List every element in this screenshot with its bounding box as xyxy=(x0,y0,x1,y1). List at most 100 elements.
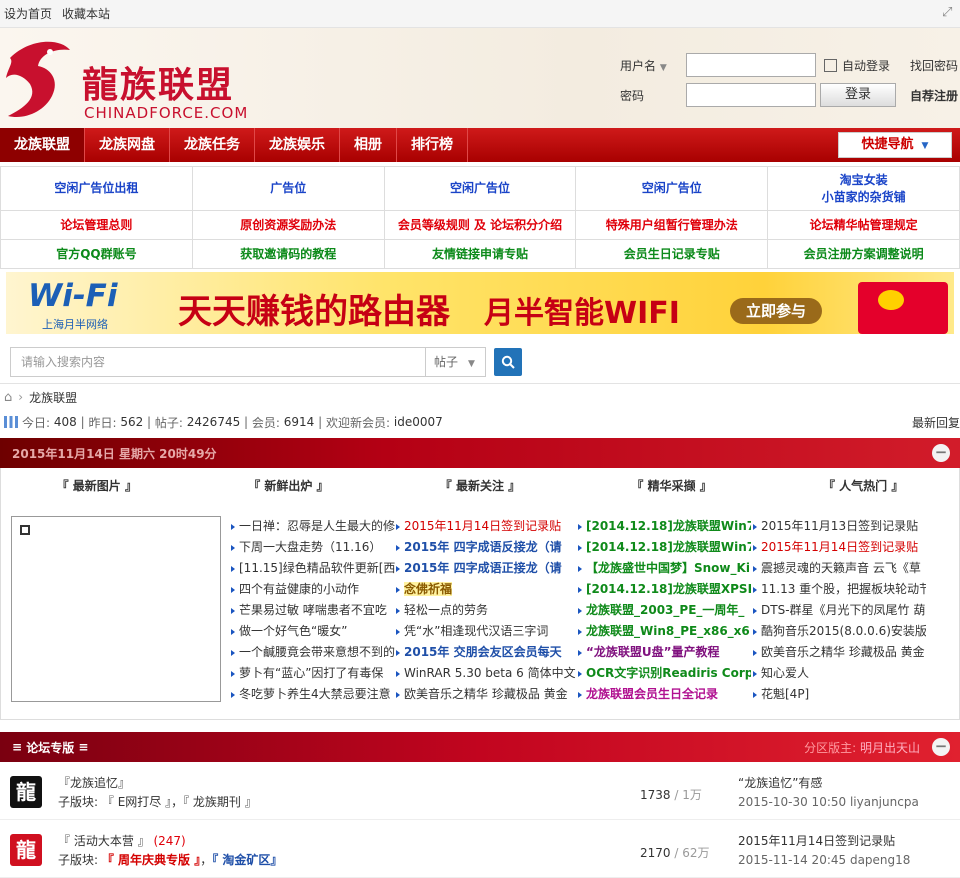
notice-cell[interactable]: 友情链接申请专贴 xyxy=(384,240,577,269)
register-link[interactable]: 自荐注册 xyxy=(910,87,958,104)
search-type-select[interactable]: 帖子 ▼ xyxy=(426,346,486,377)
search-button[interactable] xyxy=(494,347,522,376)
forum-name[interactable]: 『龙族追忆』 xyxy=(58,774,130,791)
quick-nav-button[interactable]: 快捷导航 ▼ xyxy=(838,132,952,158)
ad-cell[interactable]: 淘宝女装 小苗家的杂货铺 xyxy=(768,167,960,211)
list-item[interactable]: 知心爱人 xyxy=(751,663,926,684)
list-item[interactable]: 2015年 四字成语反接龙（请 xyxy=(394,537,576,558)
last-post-title[interactable]: 2015年11月14日签到记录贴 xyxy=(738,832,910,849)
list-item[interactable]: 欧美音乐之精华 珍藏极品 黄金 xyxy=(751,642,926,663)
list-item[interactable]: [2014.12.18]龙族联盟XPSP xyxy=(576,579,751,600)
notice-cell[interactable]: 会员注册方案调整说明 xyxy=(768,240,960,269)
ad-cell[interactable]: 空闲广告位出租 xyxy=(1,167,193,211)
list-item[interactable]: 龙族联盟_2003_PE_一周年_ xyxy=(576,600,751,621)
nav-item-entertainment[interactable]: 龙族娱乐 xyxy=(255,128,340,162)
notice-cell[interactable]: 特殊用户组暂行管理办法 xyxy=(576,211,769,240)
subforum-link[interactable]: 『 周年庆典专版 』 xyxy=(102,853,200,867)
list-item[interactable]: 11.13 重个股，把握板块轮动节 xyxy=(751,579,926,600)
feed-header-new[interactable]: 『 新鲜出炉 』 xyxy=(193,477,385,494)
list-item[interactable]: WinRAR 5.30 beta 6 简体中文 xyxy=(394,663,576,684)
list-item[interactable]: 萝卜有“蓝心”因打了有毒保 xyxy=(229,663,404,684)
list-item[interactable]: 四个有益健康的小动作 xyxy=(229,579,404,600)
feed-header-hot[interactable]: 『 人气热门 』 xyxy=(767,477,959,494)
list-item[interactable]: 震撼灵魂的天籁声音 云飞《草 xyxy=(751,558,926,579)
forum-name[interactable]: 『 活动大本营 』 (247) xyxy=(58,832,186,849)
list-item[interactable]: 龙族联盟_Win8_PE_x86_x6 xyxy=(576,621,751,642)
auto-login-checkbox[interactable] xyxy=(824,58,837,72)
subforum-link[interactable]: 『 淘金矿区』 xyxy=(212,853,282,867)
collapse-icon[interactable]: − xyxy=(932,444,950,462)
forum-section-title[interactable]: 论坛专版 xyxy=(26,739,74,756)
list-item[interactable]: 花魁[4P] xyxy=(751,684,926,705)
newest-member-link[interactable]: ide0007 xyxy=(394,415,443,429)
home-icon[interactable]: ⌂ xyxy=(4,390,12,405)
nav-item-tasks[interactable]: 龙族任务 xyxy=(170,128,255,162)
list-item[interactable]: 2015年11月14日签到记录贴 xyxy=(751,537,926,558)
feed-header-digest[interactable]: 『 精华采撷 』 xyxy=(576,477,768,494)
login-button[interactable]: 登录 xyxy=(820,83,896,107)
notice-cell[interactable]: 原创资源奖励办法 xyxy=(192,211,385,240)
list-item[interactable]: 2015年 交朋会友区会员每天 xyxy=(394,642,576,663)
auto-login-label: 自动登录 xyxy=(842,58,891,73)
list-item[interactable]: “龙族联盟U盘”量产教程 xyxy=(576,642,751,663)
list-item[interactable]: [11.15]绿色精品软件更新[西 xyxy=(229,558,404,579)
notice-cell[interactable]: 论坛管理总则 xyxy=(1,211,193,240)
breadcrumb-item[interactable]: 龙族联盟 xyxy=(29,389,77,406)
feed-header-images[interactable]: 『 最新图片 』 xyxy=(1,477,193,494)
forgot-password-link[interactable]: 找回密码 xyxy=(910,57,958,74)
notice-cell[interactable]: 会员生日记录专贴 xyxy=(576,240,769,269)
nav-item-album[interactable]: 相册 xyxy=(340,128,397,162)
list-item[interactable]: 2015年11月13日签到记录贴 xyxy=(751,516,926,537)
list-item[interactable]: 龙族联盟会员生日全记录 xyxy=(576,684,751,705)
ad-cell[interactable]: 广告位 xyxy=(192,167,385,211)
username-label[interactable]: 用户名 ▼ xyxy=(620,57,686,74)
feed-header-watch[interactable]: 『 最新关注 』 xyxy=(384,477,576,494)
list-item[interactable]: 欧美音乐之精华 珍藏极品 黄金 xyxy=(394,684,576,705)
list-item[interactable]: 一个鹹腰竟会带来意想不到的 xyxy=(229,642,404,663)
list-item[interactable]: 念佛祈福 xyxy=(394,579,576,600)
forum-dragon-icon[interactable]: 龍 xyxy=(10,776,42,808)
notice-cell[interactable]: 会员等级规则 及 论坛积分介绍 xyxy=(384,211,577,240)
notice-cell[interactable]: 获取邀请码的教程 xyxy=(192,240,385,269)
list-item[interactable]: [2014.12.18]龙族联盟Win7 xyxy=(576,537,751,558)
forum-dragon-icon[interactable]: 龍 xyxy=(10,834,42,866)
expand-icon[interactable]: ⤢ xyxy=(942,6,956,20)
site-logo[interactable]: 龍族联盟 CHINADFORCE.COM xyxy=(0,38,250,128)
set-home-link[interactable]: 设为首页 xyxy=(4,5,52,22)
list-item[interactable]: 下周一大盘走势（11.16） xyxy=(229,537,404,558)
nav-item-netdisk[interactable]: 龙族网盘 xyxy=(85,128,170,162)
list-item[interactable]: 凭“水”相逢现代汉语三字词 xyxy=(394,621,576,642)
list-item[interactable]: 轻松一点的劳务 xyxy=(394,600,576,621)
last-post-title[interactable]: “龙族追忆”有感 xyxy=(738,774,919,791)
nav-item-home[interactable]: 龙族联盟 xyxy=(0,128,85,162)
image-slideshow[interactable] xyxy=(11,516,221,702)
banner-join-button[interactable]: 立即参与 xyxy=(730,298,822,324)
list-item[interactable]: DTS-群星《月光下的凤尾竹 葫 xyxy=(751,600,926,621)
subforum-link[interactable]: 『 E网打尽 』 xyxy=(102,795,171,809)
notice-cell[interactable]: 论坛精华帖管理规定 xyxy=(768,211,960,240)
collapse-icon[interactable]: − xyxy=(932,738,950,756)
subforum-link[interactable]: 『 龙族期刊 』 xyxy=(183,795,257,809)
list-item[interactable]: 酷狗音乐2015(8.0.0.6)安装版 xyxy=(751,621,926,642)
list-item[interactable]: 做一个好气色“暖女” xyxy=(229,621,404,642)
list-item[interactable]: OCR文字识别Readiris Corpo xyxy=(576,663,751,684)
nav-item-ranking[interactable]: 排行榜 xyxy=(397,128,468,162)
list-item[interactable]: 冬吃萝卜养生4大禁忌要注意 xyxy=(229,684,404,705)
ad-cell[interactable]: 空闲广告位 xyxy=(384,167,577,211)
list-item[interactable]: 一日禅：忍辱是人生最大的修 xyxy=(229,516,404,537)
search-input[interactable]: 请输入搜索内容 xyxy=(10,346,426,377)
list-item[interactable]: 2015年 四字成语正接龙（请 xyxy=(394,558,576,579)
list-item[interactable]: [2014.12.18]龙族联盟Win7 xyxy=(576,516,751,537)
password-input[interactable] xyxy=(686,83,816,107)
moderator-link[interactable]: 明月出天山 xyxy=(860,741,920,755)
list-item[interactable]: 【龙族盛世中国梦】Snow_Ki xyxy=(576,558,751,579)
ad-banner[interactable]: Wi-Fi 上海月半网络 天天赚钱的路由器 月半智能WIFI 立即参与 xyxy=(6,272,954,334)
list-item[interactable]: 2015年11月14日签到记录贴 xyxy=(394,516,576,537)
bookmark-link[interactable]: 收藏本站 xyxy=(62,5,110,22)
list-item[interactable]: 芒果易过敏 哮喘患者不宜吃 xyxy=(229,600,404,621)
forum-row: 龍 『龙族追忆』 子版块: 『 E网打尽 』，『 龙族期刊 』 1738 / 1… xyxy=(0,762,960,820)
latest-reply-link[interactable]: 最新回复 xyxy=(912,414,960,431)
notice-cell[interactable]: 官方QQ群账号 xyxy=(1,240,193,269)
ad-cell[interactable]: 空闲广告位 xyxy=(576,167,769,211)
username-input[interactable] xyxy=(686,53,816,77)
